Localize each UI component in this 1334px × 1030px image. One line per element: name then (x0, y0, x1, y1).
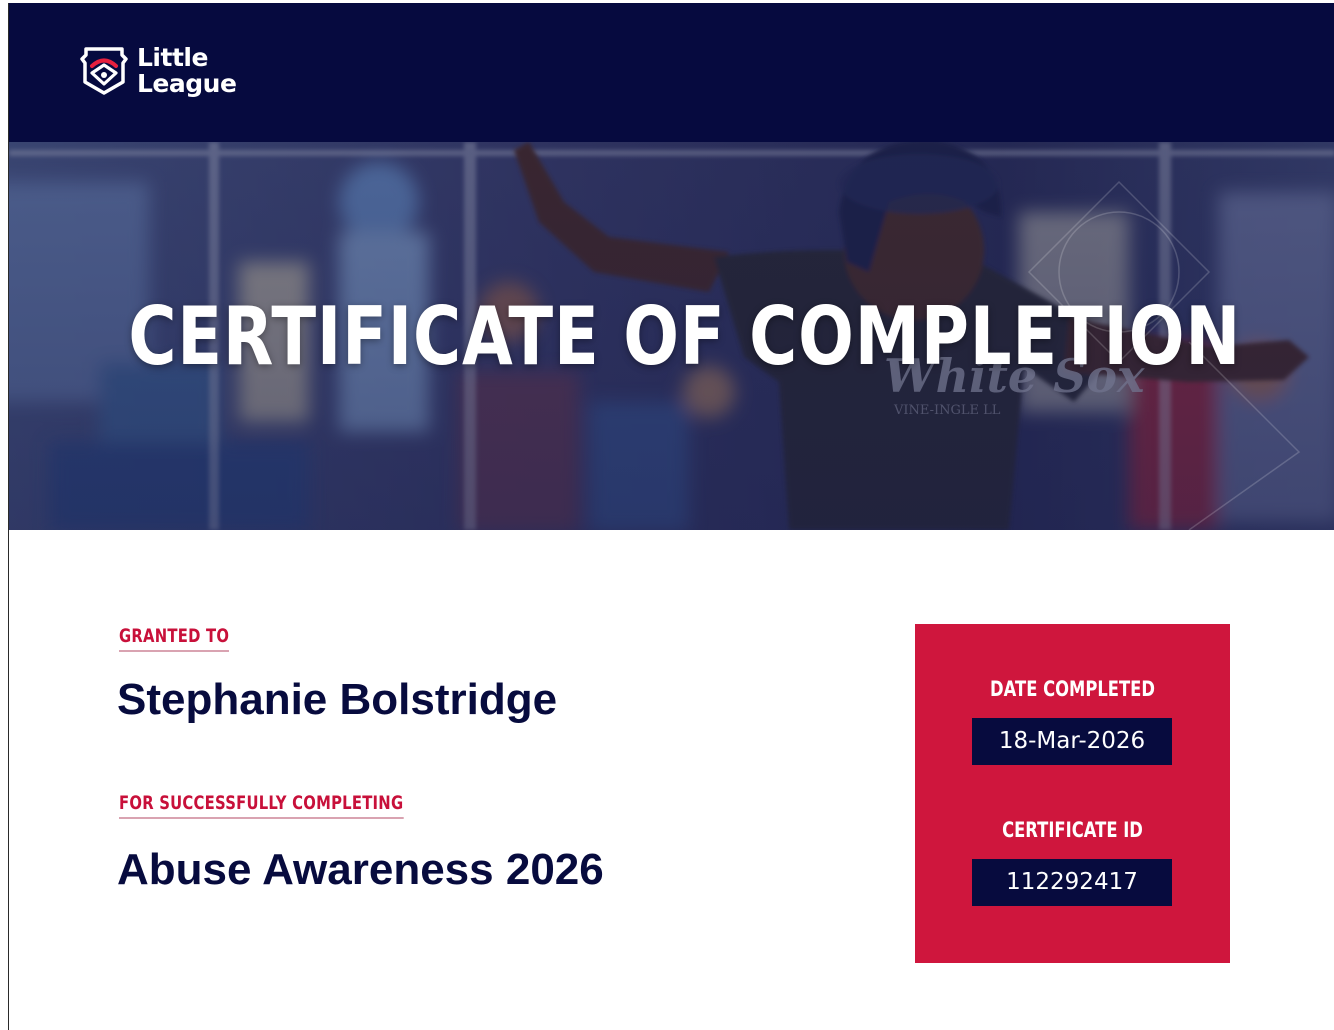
date-completed-value: 18-Mar-2026 (972, 718, 1172, 765)
granted-to-label: GRANTED TO (119, 625, 230, 652)
certificate-id-label: CERTIFICATE ID (1002, 818, 1143, 842)
certificate-title: CERTIFICATE OF COMPLETION (128, 290, 1242, 383)
certificate-page: Little League CERTIFICATE OF COMPLETION … (8, 3, 1334, 1030)
completing-label: FOR SUCCESSFULLY COMPLETING (119, 792, 404, 819)
logo-wordmark: Little League (137, 43, 237, 98)
course-name: Abuse Awareness 2026 (117, 845, 604, 894)
keystone-shield-icon (80, 47, 128, 95)
certificate-id-value: 112292417 (972, 859, 1172, 906)
logo-line-1: Little (137, 43, 208, 72)
date-completed-label: DATE COMPLETED (990, 677, 1155, 701)
certificate-details-box: DATE COMPLETED 18-Mar-2026 CERTIFICATE I… (915, 624, 1230, 963)
header-bar: Little League (9, 3, 1334, 142)
logo-line-2: League (137, 69, 237, 98)
hero-photo-banner: White Sox VINE-INGLE LL CERTIFICATE OF C… (9, 142, 1334, 530)
little-league-logo: Little League (79, 43, 237, 98)
recipient-name: Stephanie Bolstridge (117, 675, 558, 724)
